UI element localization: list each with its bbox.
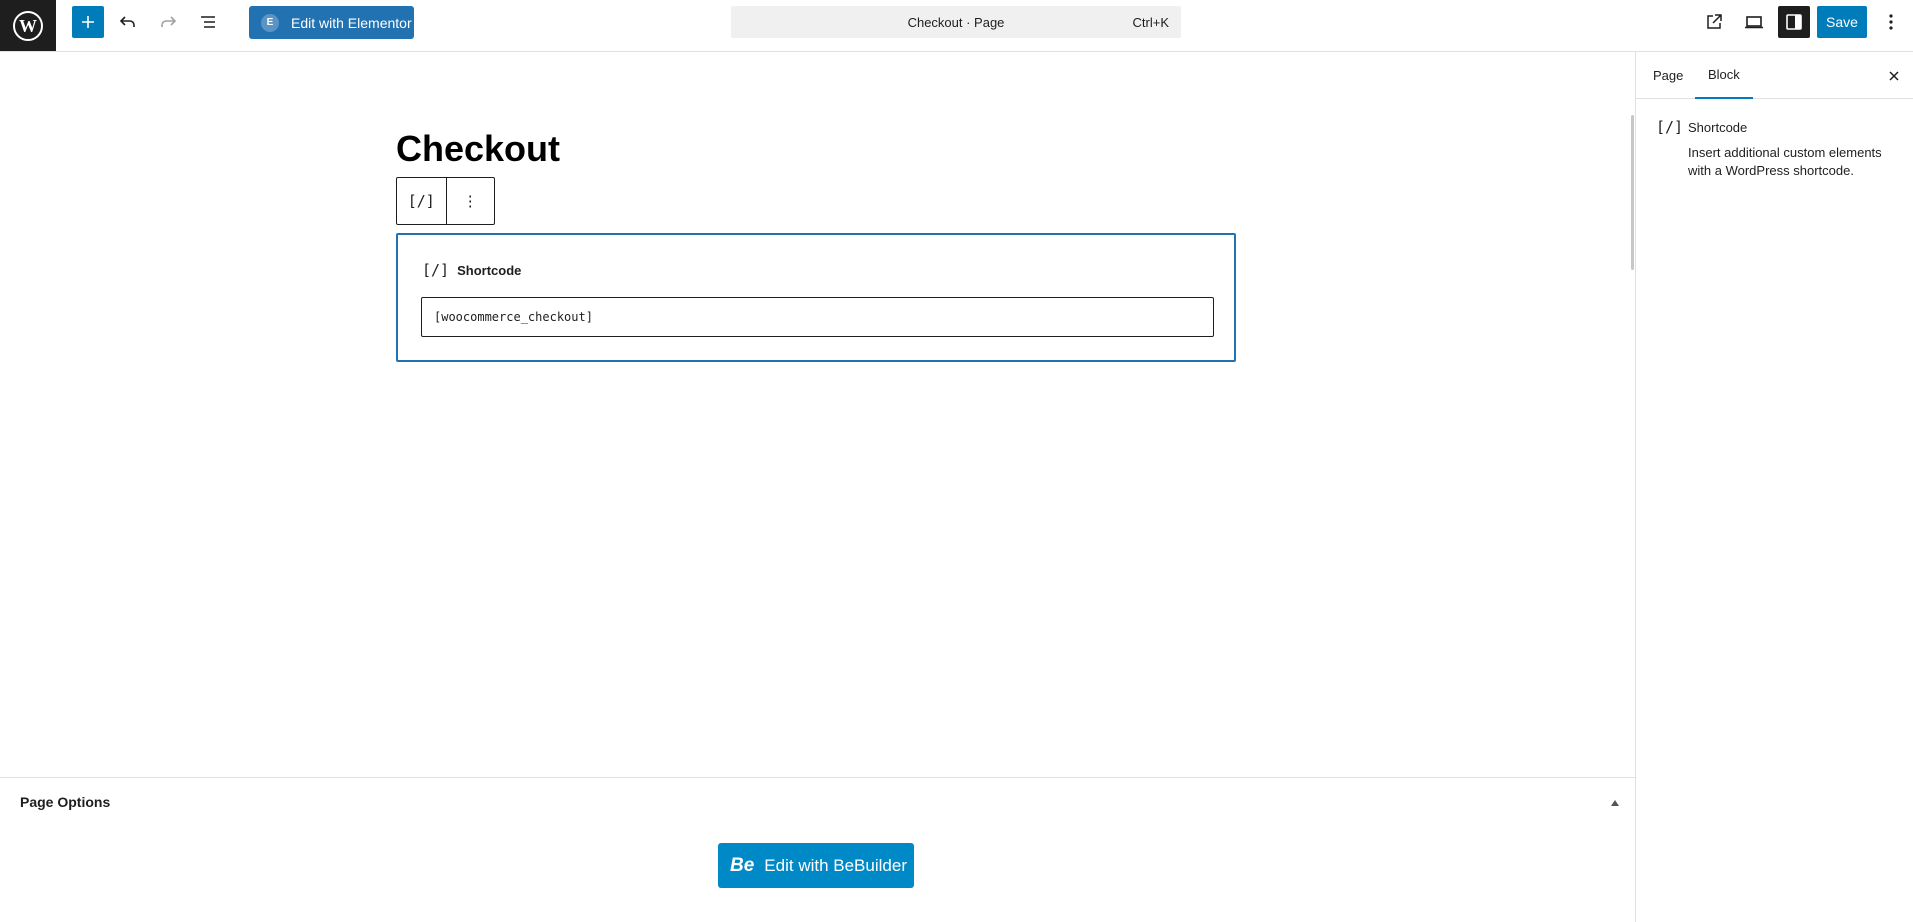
page-options-toggle[interactable] [1608, 796, 1622, 810]
settings-toggle-button[interactable] [1778, 6, 1810, 38]
block-inserter-button[interactable] [72, 6, 104, 38]
more-vertical-icon [1889, 14, 1893, 30]
redo-icon [161, 16, 177, 27]
preview-device-button[interactable] [1738, 6, 1770, 38]
edit-with-bebuilder-label: Edit with BeBuilder [764, 855, 907, 875]
shortcode-block-title: Shortcode [457, 262, 522, 278]
shortcode-block[interactable]: [/] Shortcode [396, 233, 1236, 362]
shortcode-block-label: [/] Shortcode [422, 261, 521, 279]
shortcode-icon: [/] [422, 261, 450, 279]
page-options-title[interactable]: Page Options [20, 794, 110, 810]
block-card-description: Insert additional custom elements with a… [1688, 145, 1882, 178]
shortcode-input[interactable] [421, 297, 1214, 337]
external-link-icon [1707, 14, 1722, 29]
shortcode-icon: [/] [1656, 118, 1684, 136]
block-card-title: Shortcode [1688, 120, 1748, 135]
canvas-scrollbar[interactable] [1631, 115, 1634, 270]
block-options-button[interactable]: ⋮ [445, 178, 495, 224]
page-options-panel: Page Options Be Edit with BeBuilder [0, 777, 1635, 922]
desktop-icon [1745, 16, 1763, 29]
edit-with-elementor-button[interactable]: E Edit with Elementor [249, 6, 414, 39]
options-menu-button[interactable] [1876, 6, 1906, 38]
save-button[interactable]: Save [1817, 6, 1867, 38]
undo-button[interactable] [112, 6, 144, 38]
caret-up-icon [1611, 800, 1619, 806]
view-page-button[interactable] [1698, 6, 1730, 38]
plus-icon [82, 16, 94, 28]
sidebar-tabs: Page Block [1636, 52, 1913, 99]
bebuilder-logo-icon: Be [730, 854, 755, 876]
wordpress-logo-icon: W [13, 10, 43, 41]
settings-sidebar: Page Block [/] Shortcode Insert addition… [1635, 52, 1913, 922]
block-type-button[interactable]: [/] [397, 178, 446, 224]
edit-with-bebuilder-button[interactable]: Be Edit with BeBuilder [718, 843, 914, 888]
document-title: Checkout · Page [907, 14, 1005, 30]
editor-canvas [0, 52, 1635, 777]
shortcode-icon: [/] [407, 192, 435, 210]
sidebar-panel-icon [1786, 14, 1802, 30]
editor-header: W E Edit with Elementor Checkout · Page … [0, 0, 1913, 52]
redo-button[interactable] [152, 6, 184, 38]
command-shortcut: Ctrl+K [1132, 14, 1169, 30]
tab-page[interactable]: Page [1653, 52, 1683, 99]
close-icon [1889, 71, 1899, 81]
wordpress-logo-button[interactable]: W [0, 0, 56, 51]
undo-icon [119, 16, 135, 27]
more-vertical-icon: ⋮ [462, 192, 478, 210]
command-palette-button[interactable]: Checkout · Page Ctrl+K [731, 6, 1181, 38]
elementor-logo-icon: E [261, 13, 279, 32]
tab-block[interactable]: Block [1695, 52, 1753, 99]
page-title[interactable]: Checkout [396, 128, 560, 170]
svg-text:W: W [19, 16, 37, 36]
close-settings-button[interactable] [1882, 64, 1906, 88]
list-view-icon [201, 16, 215, 28]
edit-with-elementor-label: Edit with Elementor [291, 14, 412, 31]
document-overview-button[interactable] [192, 6, 224, 38]
block-toolbar: [/] ⋮ [396, 177, 495, 225]
